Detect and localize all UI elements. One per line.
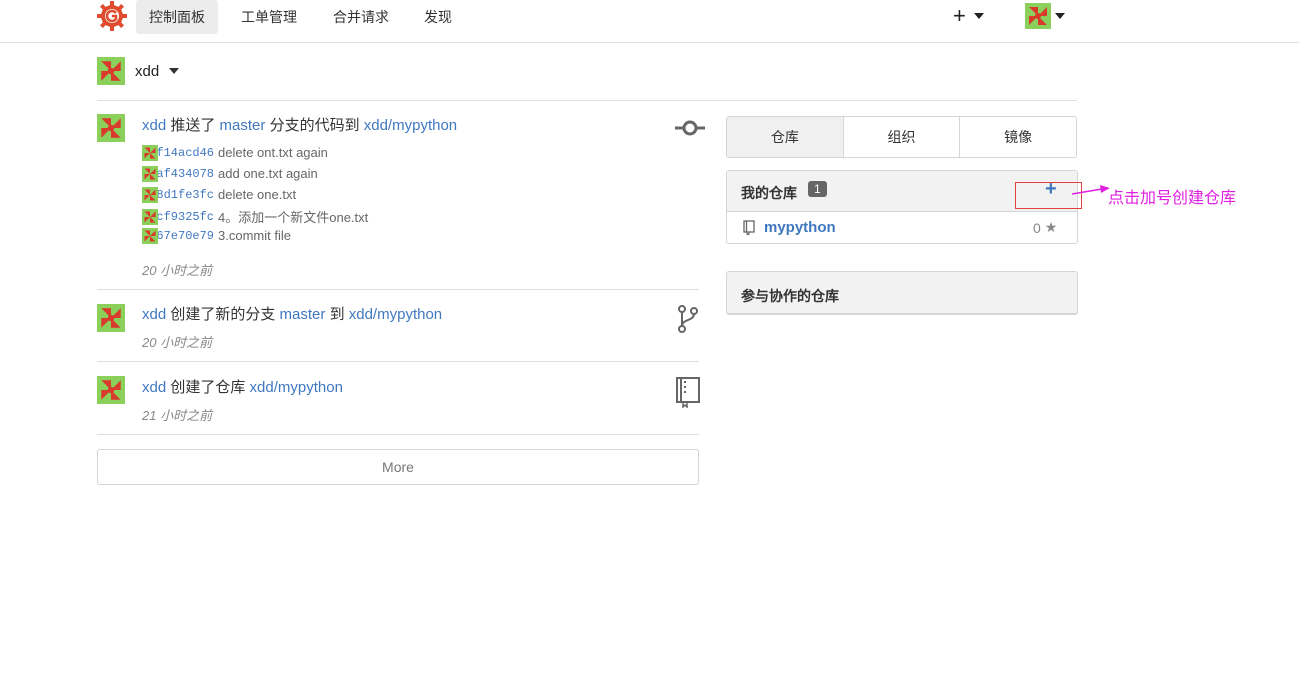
tab-organizations[interactable]: 组织 [842,117,960,157]
feed-verb: 推送了 [170,117,216,134]
context-avatar [97,57,125,85]
star-icon: ★ [1044,219,1058,235]
annotation-arrow-icon [1070,180,1110,199]
top-navbar: 控制面板 工单管理 合并请求 发现 + [0,0,1299,43]
commit-row: 618d1fe3fc delete one.txt [142,186,297,203]
commit-row: 1367e70e79 3.commit file [142,227,291,244]
commit-row: fdaf434078 add one.txt again [142,165,318,182]
feed-branch-link[interactable]: master [280,306,326,323]
feed-timestamp: 20 小时之前 [142,335,213,350]
git-commit-icon [675,119,705,140]
collab-repos-title: 参与协作的仓库 [741,288,839,304]
commit-avatar [142,144,158,161]
commit-row: f2f14acd46 delete ont.txt again [142,144,328,161]
feed-avatar[interactable] [97,304,125,332]
repo-list-item[interactable]: mypython 0 ★ [727,212,1077,243]
feed-timestamp: 21 小时之前 [142,408,213,423]
feed-repo-link[interactable]: xdd/mypython [250,379,343,396]
nav-explore[interactable]: 发现 [411,0,465,34]
nav-pull-requests[interactable]: 合并请求 [320,0,402,34]
feed-avatar[interactable] [97,114,125,142]
commit-message: 3.commit file [218,228,291,243]
activity-feed: xdd 推送了 master 分支的代码到 xdd/mypython f2f14… [97,101,705,435]
repo-count-badge: 1 [808,181,827,197]
feed-title: xdd 推送了 master 分支的代码到 xdd/mypython [142,114,457,135]
user-menu-dropdown[interactable] [1025,3,1065,29]
gogs-logo-icon[interactable] [97,1,127,31]
commit-message: 4。添加一个新文件one.txt [218,210,369,225]
feed-avatar[interactable] [97,376,125,404]
repo-book-icon [743,220,755,238]
collab-repos-panel: 参与协作的仓库 [726,271,1078,315]
create-new-dropdown[interactable]: + [953,2,984,30]
commit-avatar [142,208,158,225]
feed-title: xdd 创建了仓库 xdd/mypython [142,376,343,397]
annotation-text: 点击加号创建仓库 [1108,190,1237,207]
feed-user-link[interactable]: xdd [142,306,166,323]
repo-book-icon [675,376,701,411]
context-switcher[interactable]: xdd [97,57,180,85]
context-username: xdd [135,62,160,80]
commit-avatar [142,186,158,203]
plus-icon: + [953,3,966,28]
feed-repo-link[interactable]: xdd/mypython [349,306,442,323]
tab-mirrors[interactable]: 镜像 [959,117,1076,157]
commit-avatar [142,165,158,182]
feed-item-push: xdd 推送了 master 分支的代码到 xdd/mypython f2f14… [97,101,705,290]
caret-down-icon [973,13,984,19]
commit-message: delete ont.txt again [218,145,328,160]
git-branch-icon [677,304,699,337]
nav-dashboard[interactable]: 控制面板 [136,0,218,34]
user-avatar [1025,3,1051,29]
feed-verb: 创建了新的分支 [170,306,276,323]
my-repos-title: 我的仓库 [741,185,797,201]
feed-branch-link[interactable]: master [220,117,266,134]
feed-user-link[interactable]: xdd [142,379,166,396]
commit-row: cecf9325fc 4。添加一个新文件one.txt [142,207,368,226]
feed-item-create: xdd 创建了仓库 xdd/mypython 21 小时之前 [97,362,701,435]
feed-timestamp: 20 小时之前 [142,263,213,278]
feed-verb: 分支的代码到 [269,117,360,134]
caret-down-icon [169,68,180,74]
repo-stars: 0 ★ [1033,219,1057,236]
feed-repo-link[interactable]: xdd/mypython [364,117,457,134]
commit-avatar [142,227,158,244]
repo-name-link[interactable]: mypython [764,219,836,236]
more-button[interactable]: More [97,449,699,485]
tab-repositories[interactable]: 仓库 [727,117,843,157]
feed-user-link[interactable]: xdd [142,117,166,134]
nav-issues[interactable]: 工单管理 [228,0,310,34]
feed-title: xdd 创建了新的分支 master 到 xdd/mypython [142,303,442,324]
commit-message: add one.txt again [218,166,318,181]
repo-tabs: 仓库 组织 镜像 [726,116,1077,158]
feed-verb: 到 [329,306,345,323]
feed-verb: 创建了仓库 [170,379,246,396]
commit-message: delete one.txt [218,187,297,202]
star-count: 0 [1033,219,1041,236]
caret-down-icon [1055,13,1065,19]
feed-item-branch: xdd 创建了新的分支 master 到 xdd/mypython 20 小时之… [97,290,699,362]
